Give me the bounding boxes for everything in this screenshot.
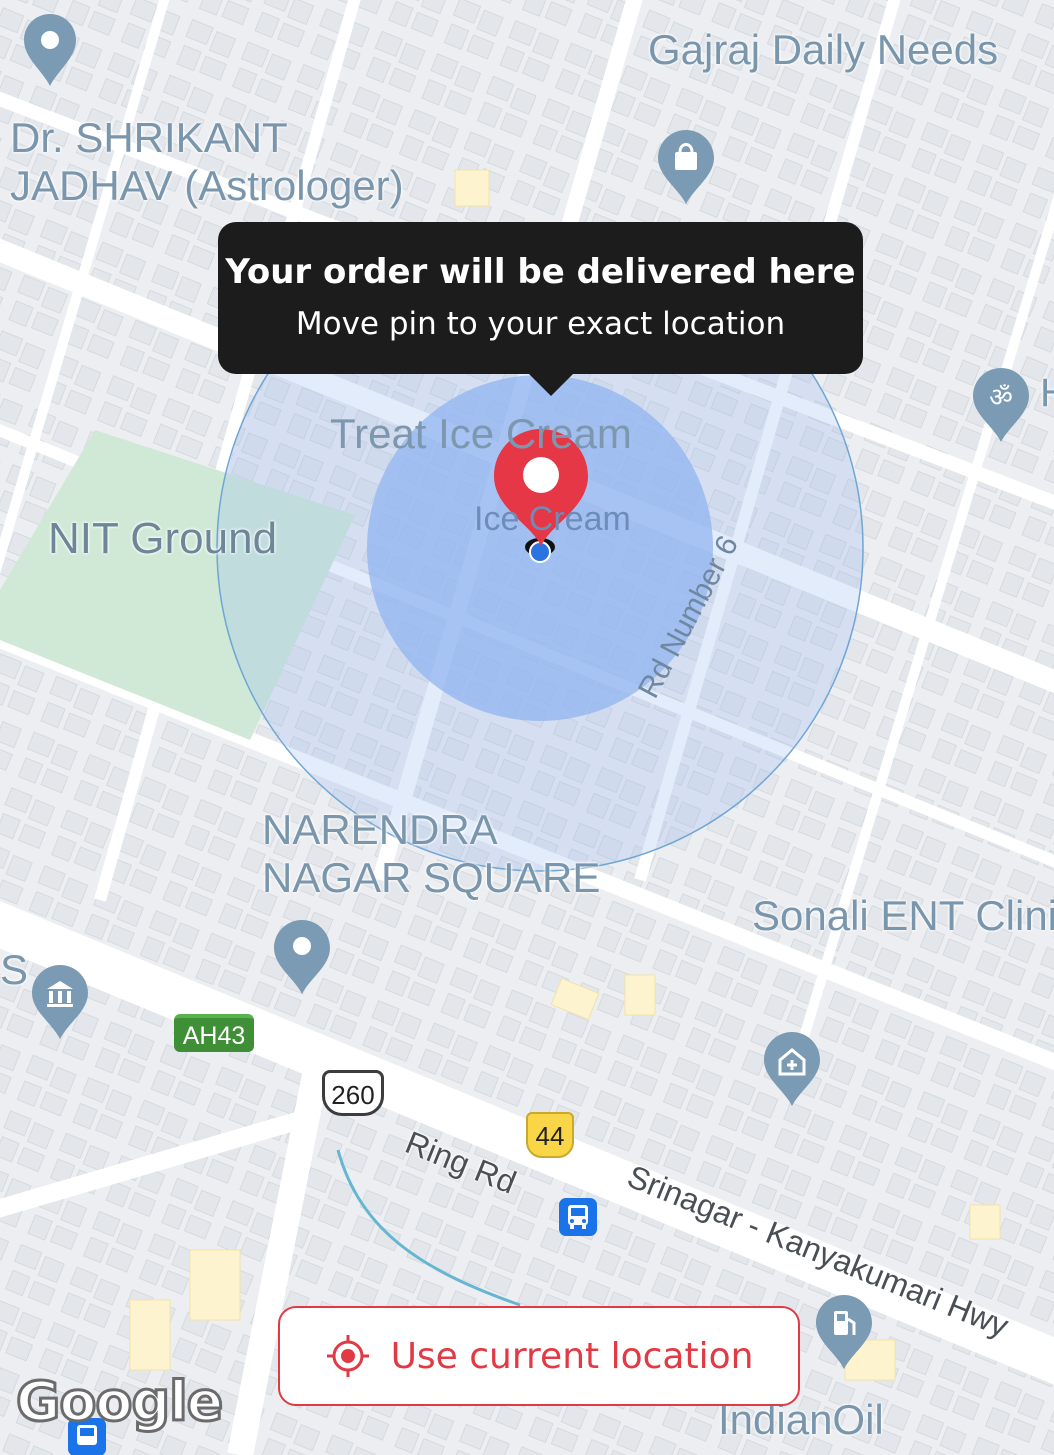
place-label-narendra-line1: NARENDRA [262, 806, 498, 853]
bus-stop-icon [559, 1198, 597, 1236]
place-label-temple-partial: H [1040, 370, 1054, 416]
map-canvas[interactable]: ॐ [0, 0, 1054, 1455]
place-label-gajraj[interactable]: Gajraj Daily Needs [648, 26, 998, 74]
place-label-astrologer-line1: Dr. SHRIKANT [10, 114, 288, 161]
place-label-narendra-line2: NAGAR SQUARE [262, 854, 601, 902]
place-label-astrologer[interactable]: Dr. SHRIKANT JADHAV (Astrologer) [10, 114, 404, 211]
place-label-left-partial: S [0, 946, 29, 993]
place-label-narendra-square[interactable]: NARENDRA NAGAR SQUARE [262, 806, 600, 903]
nh44-shield-label: 44 [535, 1121, 565, 1151]
tooltip-title: Your order will be delivered here [225, 252, 856, 292]
us260-shield: 260 [322, 1070, 384, 1116]
place-label-treat-ice-cream[interactable]: Treat Ice Cream [330, 410, 632, 458]
place-label-nit-ground[interactable]: NIT Ground [48, 514, 277, 565]
pin-location-dot [529, 541, 551, 563]
use-current-location-button[interactable]: Use current location [278, 1306, 800, 1406]
tooltip-subtitle: Move pin to your exact location [295, 306, 786, 342]
delivery-tooltip: Your order will be delivered here Move p… [218, 222, 863, 396]
us260-shield-label: 260 [331, 1080, 375, 1110]
gps-target-icon [326, 1335, 369, 1377]
use-current-location-label: Use current location [390, 1335, 754, 1377]
ah43-shield-label: AH43 [182, 1022, 246, 1050]
place-label-astrologer-line2: JADHAV (Astrologer) [10, 162, 404, 210]
google-logo[interactable]: Google [14, 1369, 224, 1435]
nh44-shield: 44 [526, 1112, 574, 1158]
place-label-sonali-ent[interactable]: Sonali ENT Clinic [752, 892, 1054, 940]
svg-text:ॐ: ॐ [989, 383, 1013, 413]
place-label-ice-cream-small: Ice Cream [474, 500, 631, 538]
ah43-shield: AH43 [174, 1014, 254, 1052]
